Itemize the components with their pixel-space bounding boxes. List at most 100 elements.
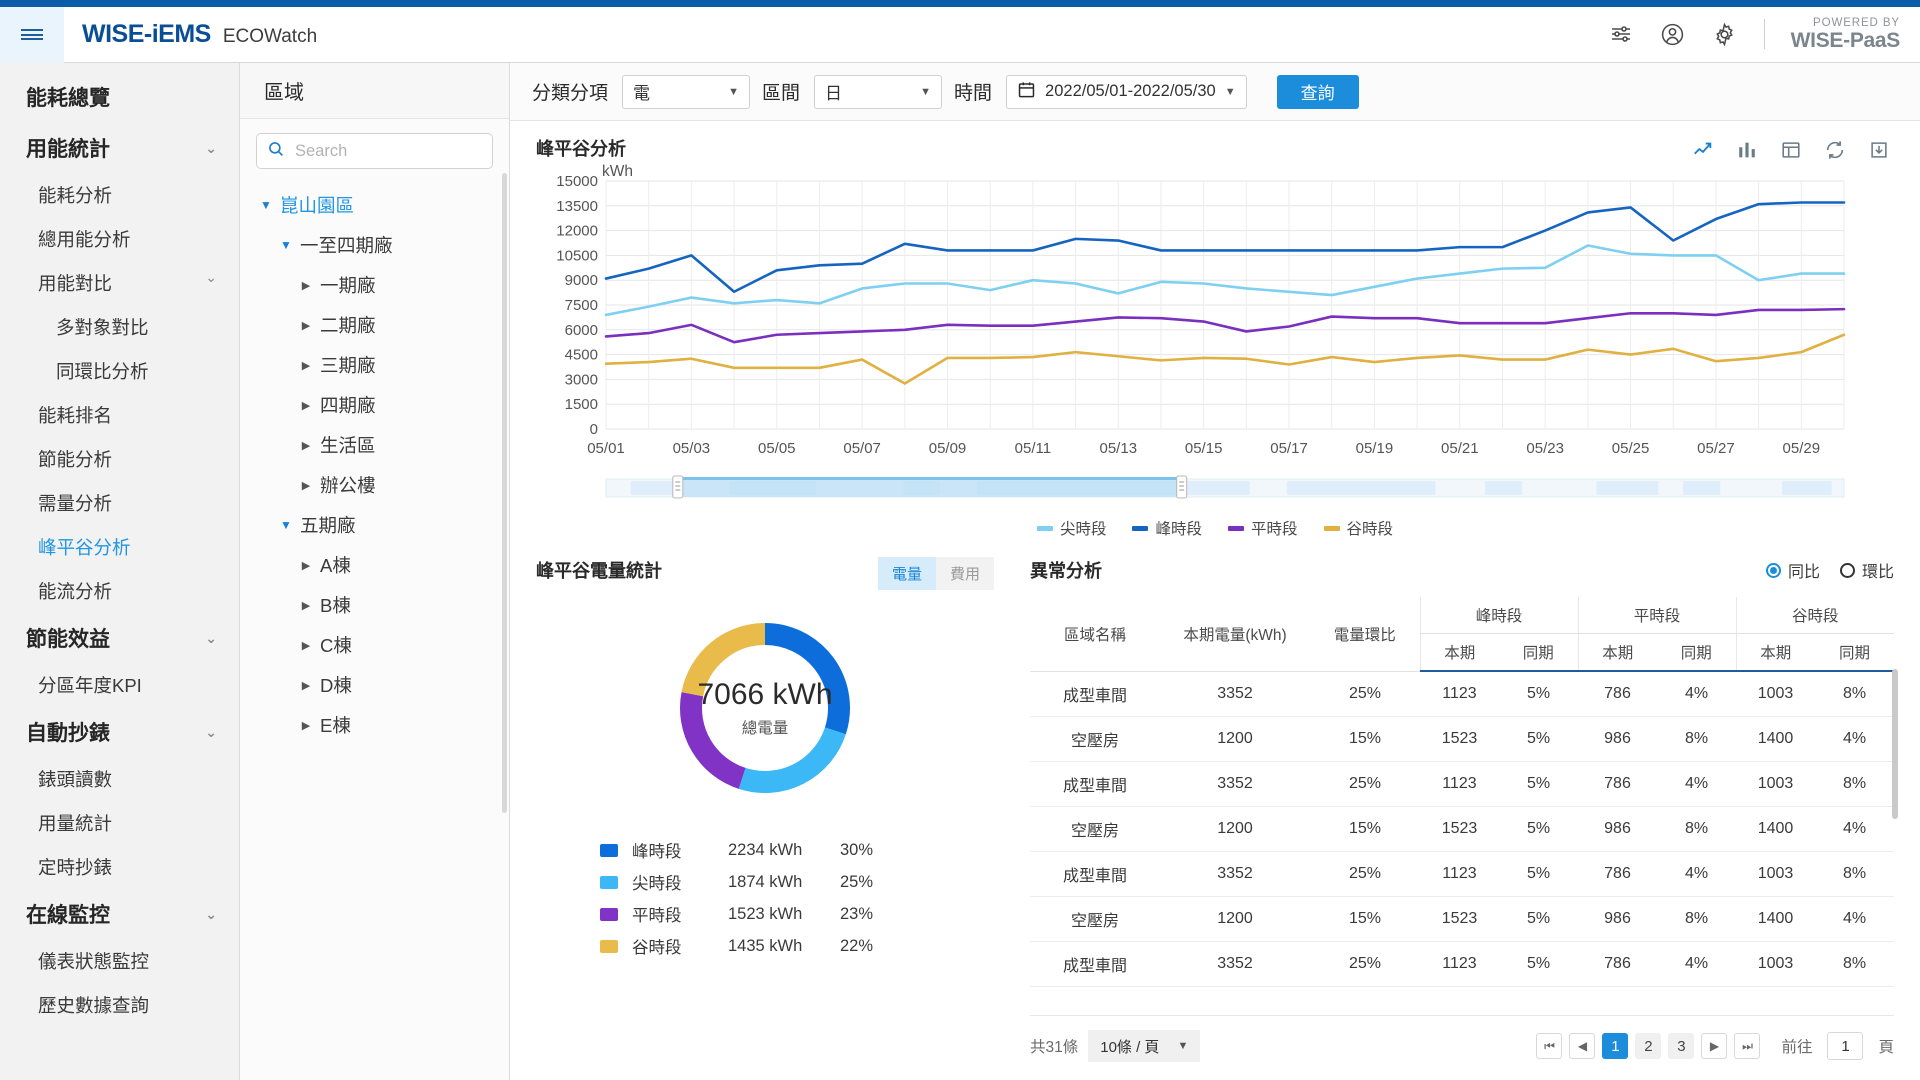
radio-same-period[interactable]: 同比	[1766, 558, 1820, 582]
chevron-right-icon[interactable]: ▶	[298, 319, 314, 332]
svg-text:05/03: 05/03	[673, 440, 711, 457]
chevron-right-icon[interactable]: ▶	[298, 679, 314, 692]
last-page-button[interactable]: ⏭	[1734, 1033, 1760, 1059]
sidebar-item-20[interactable]: 歷史數據查詢	[0, 983, 239, 1027]
page-number-3[interactable]: 3	[1668, 1033, 1694, 1059]
sidebar-item-15[interactable]: 錶頭讀數	[0, 757, 239, 801]
tree-node-0[interactable]: ▼崑山園區	[240, 185, 509, 225]
search-input[interactable]	[295, 142, 482, 161]
page-size-select[interactable]: 10條 / 頁 ▼	[1088, 1030, 1200, 1062]
search-box[interactable]	[256, 133, 493, 169]
sidebar-item-2[interactable]: 能耗分析	[0, 173, 239, 217]
date-range-picker[interactable]: 2022/05/01-2022/05/30 ▼	[1006, 75, 1247, 109]
table-row[interactable]: 空壓房120015%15235%9868%14004%	[1030, 896, 1894, 941]
interval-select[interactable]: 日 ▼	[814, 75, 942, 109]
table-row[interactable]: 空壓房120015%15235%9868%14004%	[1030, 806, 1894, 851]
donut-segment-1[interactable]	[742, 731, 835, 782]
chevron-right-icon[interactable]: ▶	[298, 639, 314, 652]
tree-node-2[interactable]: ▶一期廠	[240, 265, 509, 305]
sidebar-item-19[interactable]: 儀表狀態監控	[0, 939, 239, 983]
first-page-button[interactable]: ⏮	[1536, 1033, 1562, 1059]
sidebar-item-4[interactable]: 用能對比⌄	[0, 261, 239, 305]
sidebar-item-5[interactable]: 多對象對比	[0, 305, 239, 349]
tree-node-6[interactable]: ▶生活區	[240, 425, 509, 465]
sidebar-item-16[interactable]: 用量統計	[0, 801, 239, 845]
chevron-right-icon[interactable]: ▶	[298, 599, 314, 612]
tree-node-7[interactable]: ▶辦公樓	[240, 465, 509, 505]
tree-node-12[interactable]: ▶D棟	[240, 665, 509, 705]
line-chart-svg: 0150030004500600075009000105001200013500…	[536, 169, 1866, 469]
chevron-right-icon[interactable]: ▶	[298, 399, 314, 412]
tree-node-9[interactable]: ▶ A棟	[240, 545, 509, 585]
sidebar-item-7[interactable]: 能耗排名	[0, 393, 239, 437]
table-row[interactable]: 成型車間335225%11235%7864%10038%	[1030, 941, 1894, 986]
sidebar-item-17[interactable]: 定時抄錶	[0, 845, 239, 889]
tree-node-13[interactable]: ▶E棟	[240, 705, 509, 745]
chevron-right-icon[interactable]: ▶	[298, 559, 314, 572]
menu-toggle-button[interactable]	[0, 7, 64, 63]
tree-node-3[interactable]: ▶二期廠	[240, 305, 509, 345]
chevron-right-icon[interactable]: ▶	[298, 359, 314, 372]
radio-label: 環比	[1862, 558, 1894, 582]
tree-node-1[interactable]: ▼一至四期廠	[240, 225, 509, 265]
sidebar-item-12[interactable]: 節能效益⌄	[0, 613, 239, 663]
tree-scrollbar[interactable]	[502, 173, 507, 813]
sidebar-item-6[interactable]: 同環比分析	[0, 349, 239, 393]
chart-legend-item-3[interactable]: 谷時段	[1324, 517, 1394, 539]
refresh-icon[interactable]	[1824, 139, 1846, 161]
sidebar-item-8[interactable]: 節能分析	[0, 437, 239, 481]
radio-chain-period[interactable]: 環比	[1840, 558, 1894, 582]
sidebar-item-10[interactable]: 峰平谷分析	[0, 525, 239, 569]
table-row[interactable]: 空壓房120015%15235%9868%14004%	[1030, 716, 1894, 761]
radio-dot-icon	[1840, 563, 1855, 578]
chevron-down-icon[interactable]: ▼	[278, 238, 294, 252]
sliders-icon[interactable]	[1608, 21, 1634, 47]
tree-node-10[interactable]: ▶B棟	[240, 585, 509, 625]
chevron-right-icon[interactable]: ▶	[298, 719, 314, 732]
chart-legend-item-0[interactable]: 尖時段	[1037, 517, 1107, 539]
chart-legend-item-1[interactable]: 峰時段	[1132, 517, 1202, 539]
sidebar-item-0[interactable]: 能耗總覽	[0, 71, 239, 123]
gear-icon[interactable]	[1712, 21, 1738, 47]
table-row[interactable]: 成型車間335225%11235%7864%10038%	[1030, 671, 1894, 716]
table-row[interactable]: 成型車間335225%11235%7864%10038%	[1030, 851, 1894, 896]
sidebar-item-18[interactable]: 在線監控⌄	[0, 889, 239, 939]
chevron-right-icon[interactable]: ▶	[298, 439, 314, 452]
chevron-down-icon[interactable]: ▼	[258, 198, 274, 212]
query-toolbar: 分類分項 電 ▼ 區間 日 ▼ 時間 2022/05/01-2022	[510, 63, 1920, 121]
chevron-right-icon[interactable]: ▶	[298, 279, 314, 292]
chart-range-slider[interactable]	[536, 475, 1894, 501]
range-slider-svg[interactable]	[536, 475, 1866, 501]
donut-toggle-energy[interactable]: 電量	[878, 557, 936, 590]
sidebar-item-1[interactable]: 用能統計⌄	[0, 123, 239, 173]
sidebar-item-9[interactable]: 需量分析	[0, 481, 239, 525]
chart-legend-item-2[interactable]: 平時段	[1228, 517, 1298, 539]
sidebar-item-13[interactable]: 分區年度KPI	[0, 663, 239, 707]
next-page-button[interactable]: ▶	[1701, 1033, 1727, 1059]
tree-node-11[interactable]: ▶C棟	[240, 625, 509, 665]
donut-toggle-cost[interactable]: 費用	[936, 557, 994, 590]
tree-node-5[interactable]: ▶四期廠	[240, 385, 509, 425]
sidebar-item-14[interactable]: 自動抄錶⌄	[0, 707, 239, 757]
account-circle-icon[interactable]	[1660, 21, 1686, 47]
goto-page-input[interactable]	[1827, 1032, 1863, 1060]
table-row[interactable]: 成型車間335225%11235%7864%10038%	[1030, 761, 1894, 806]
download-icon[interactable]	[1868, 139, 1890, 161]
trend-line-icon[interactable]	[1692, 139, 1714, 161]
sidebar-item-11[interactable]: 能流分析	[0, 569, 239, 613]
tree-node-label: A棟	[320, 552, 351, 578]
query-submit-button[interactable]: 查詢	[1277, 75, 1359, 109]
page-number-2[interactable]: 2	[1635, 1033, 1661, 1059]
cell-area: 成型車間	[1030, 851, 1160, 896]
page-number-1[interactable]: 1	[1602, 1033, 1628, 1059]
tree-node-8[interactable]: ▼五期廠	[240, 505, 509, 545]
table-scrollbar[interactable]	[1892, 669, 1898, 819]
chevron-down-icon[interactable]: ▼	[278, 518, 294, 532]
tree-node-4[interactable]: ▶三期廠	[240, 345, 509, 385]
chevron-right-icon[interactable]: ▶	[298, 479, 314, 492]
bar-chart-icon[interactable]	[1736, 139, 1758, 161]
prev-page-button[interactable]: ◀	[1569, 1033, 1595, 1059]
category-select[interactable]: 電 ▼	[622, 75, 750, 109]
table-icon[interactable]	[1780, 139, 1802, 161]
sidebar-item-3[interactable]: 總用能分析	[0, 217, 239, 261]
